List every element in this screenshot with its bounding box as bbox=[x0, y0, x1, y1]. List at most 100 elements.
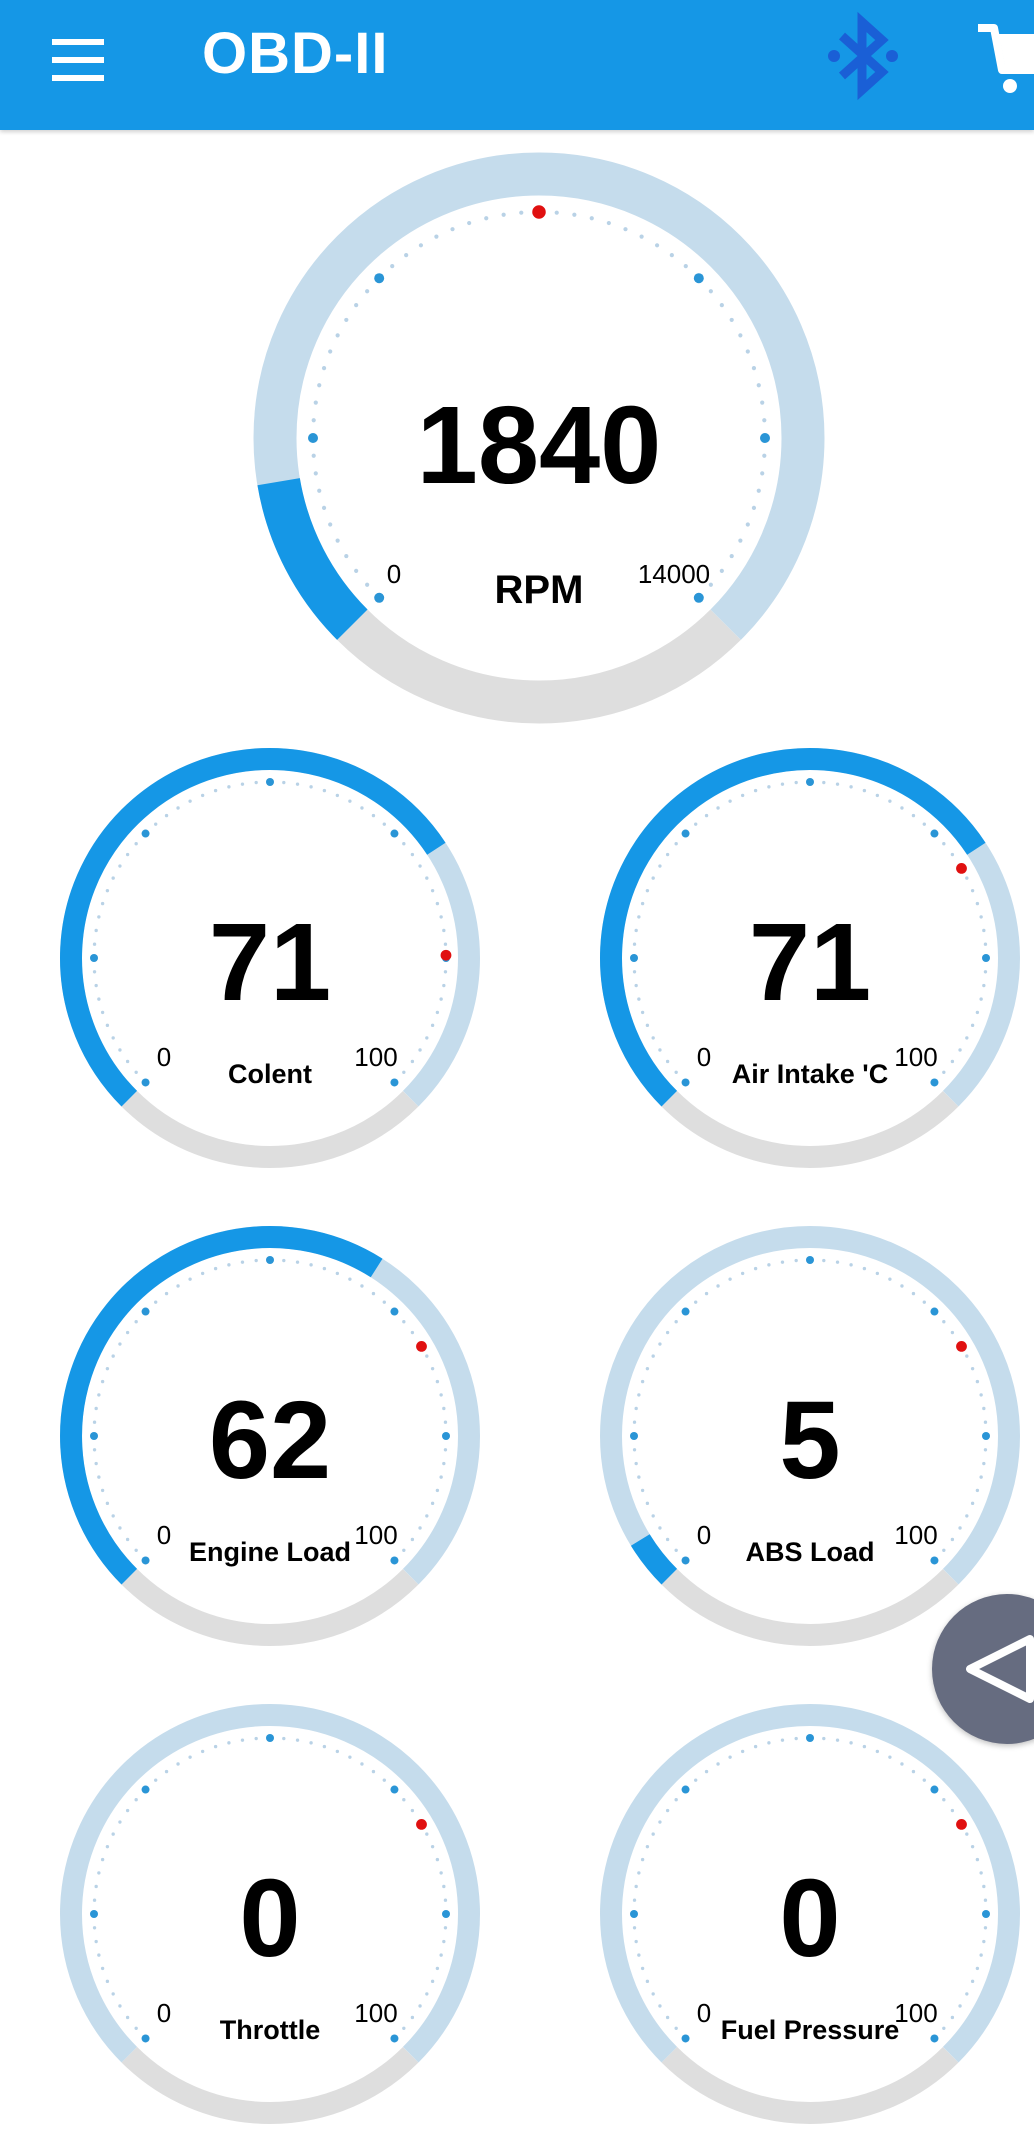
gauge-minor-tick bbox=[674, 1320, 678, 1324]
gauge-minor-tick bbox=[760, 471, 765, 476]
gauge-minor-tick bbox=[105, 1023, 110, 1028]
cart-button[interactable] bbox=[972, 14, 1034, 104]
gauge-minor-tick bbox=[900, 1284, 904, 1288]
gauge-major-tick bbox=[681, 1785, 690, 1794]
gauge-minor-tick bbox=[254, 1258, 258, 1263]
gauge-minor-tick bbox=[317, 383, 322, 388]
gauge-bottom-arc bbox=[661, 2046, 959, 2124]
gauge-minor-tick bbox=[637, 1953, 641, 1957]
gauge-minor-tick bbox=[740, 1749, 745, 1754]
gauge-minor-tick bbox=[753, 1744, 758, 1749]
gauge-minor-tick bbox=[382, 1778, 386, 1782]
gauge-minor-tick bbox=[849, 785, 853, 789]
gauge-minor-tick bbox=[443, 970, 448, 974]
gauge-minor-tick bbox=[322, 1266, 327, 1271]
gauge-minor-tick bbox=[606, 220, 611, 226]
menu-button[interactable] bbox=[40, 25, 120, 105]
gauge-minor-tick bbox=[200, 1271, 205, 1276]
gauge-minor-tick bbox=[435, 1488, 440, 1493]
alarm-marker bbox=[440, 949, 452, 961]
gauge-minor-tick bbox=[665, 1808, 670, 1813]
gauge-minor-tick bbox=[402, 842, 406, 846]
gauge-minor-tick bbox=[751, 505, 757, 510]
gauge-minor-tick bbox=[410, 2015, 415, 2020]
gauge-major-tick bbox=[442, 1432, 450, 1440]
gauge-minor-tick bbox=[125, 1059, 130, 1064]
gauge-minor-tick bbox=[634, 1406, 638, 1411]
gauge-minor-tick bbox=[640, 1010, 645, 1015]
gauge-minor-tick bbox=[282, 1736, 286, 1741]
gauge-minor-tick bbox=[862, 1744, 867, 1749]
gauge-engine-load: 62 Engine Load 0 100 bbox=[49, 1215, 491, 1657]
gauge-minor-tick bbox=[435, 1379, 440, 1384]
gauge-minor-tick bbox=[164, 1291, 169, 1296]
gauge-minor-tick bbox=[430, 888, 435, 893]
gauge-minor-tick bbox=[674, 1548, 678, 1552]
gauge-minor-tick bbox=[716, 1762, 720, 1766]
gauge-minor-tick bbox=[683, 264, 688, 269]
gauge-minor-tick bbox=[176, 806, 180, 810]
gauge-minor-tick bbox=[637, 997, 641, 1001]
gauge-major-tick bbox=[374, 592, 385, 603]
gauge-minor-tick bbox=[425, 1354, 429, 1358]
alarm-marker bbox=[416, 1341, 427, 1352]
gauge-min-label: 0 bbox=[157, 1998, 171, 2028]
gauge-minor-tick bbox=[118, 1820, 122, 1824]
gauge-label: Fuel Pressure bbox=[721, 2015, 900, 2045]
gauge-min-label: 0 bbox=[697, 1520, 711, 1550]
gauge-minor-tick bbox=[371, 813, 376, 818]
gauge-minor-tick bbox=[439, 915, 443, 919]
gauge-minor-tick bbox=[911, 813, 916, 818]
gauge-major-tick bbox=[390, 1556, 399, 1565]
gauge-max-label: 14000 bbox=[638, 559, 710, 589]
gauge-minor-tick bbox=[645, 1844, 650, 1849]
gauge-min-label: 0 bbox=[387, 559, 401, 589]
gauge-minor-tick bbox=[634, 1884, 638, 1889]
gauge-max-label: 100 bbox=[354, 1042, 397, 1072]
gauge-minor-tick bbox=[335, 1749, 340, 1754]
gauge-minor-tick bbox=[344, 317, 349, 323]
bluetooth-button[interactable] bbox=[820, 8, 906, 104]
gauge-minor-tick bbox=[728, 1277, 732, 1281]
gauge-minor-tick bbox=[983, 1448, 988, 1452]
gauge-major-tick bbox=[693, 273, 704, 284]
gauge-minor-tick bbox=[118, 1342, 122, 1346]
gauge-minor-tick bbox=[942, 2026, 946, 2030]
menu-icon bbox=[52, 39, 104, 81]
gauge-minor-tick bbox=[965, 1992, 969, 1996]
gauge-minor-tick bbox=[958, 1048, 962, 1052]
gauge-minor-tick bbox=[729, 553, 734, 559]
gauge-minor-tick bbox=[942, 842, 946, 846]
gauge-major-tick bbox=[630, 954, 638, 962]
gauge-major-tick bbox=[90, 1432, 98, 1440]
gauge-major-tick bbox=[681, 2034, 690, 2043]
gauge-minor-tick bbox=[100, 1857, 105, 1862]
gauge-minor-tick bbox=[484, 216, 489, 221]
gauge-minor-tick bbox=[950, 1059, 955, 1064]
gauge-minor-tick bbox=[348, 1277, 352, 1281]
gauge-minor-tick bbox=[900, 806, 904, 810]
gauge-minor-tick bbox=[780, 1738, 785, 1742]
gauge-minor-tick bbox=[410, 852, 415, 857]
gauge-minor-tick bbox=[188, 1277, 192, 1281]
gauge-max-label: 100 bbox=[354, 1520, 397, 1550]
gauge-minor-tick bbox=[753, 788, 758, 793]
gauge-minor-tick bbox=[554, 210, 559, 215]
gauge-minor-tick bbox=[665, 1537, 670, 1542]
gauge-minor-tick bbox=[111, 876, 115, 880]
alarm-marker bbox=[956, 1341, 967, 1352]
gauge-minor-tick bbox=[634, 1461, 638, 1466]
gauge-minor-tick bbox=[835, 1260, 840, 1264]
gauge-minor-tick bbox=[637, 1475, 641, 1479]
gauge-minor-tick bbox=[911, 1291, 916, 1296]
gauge-major-tick bbox=[141, 1785, 150, 1794]
gauge-major-tick bbox=[681, 1307, 690, 1316]
gauge-major-tick bbox=[930, 1307, 939, 1316]
gauge-minor-tick bbox=[382, 1300, 386, 1304]
gauge-major-tick bbox=[390, 829, 399, 838]
gauge-minor-tick bbox=[282, 1258, 286, 1263]
gauge-minor-tick bbox=[704, 1769, 709, 1774]
gauge-minor-tick bbox=[442, 1461, 446, 1466]
gauge-minor-tick bbox=[794, 1736, 798, 1741]
gauge-max-label: 100 bbox=[894, 1042, 937, 1072]
